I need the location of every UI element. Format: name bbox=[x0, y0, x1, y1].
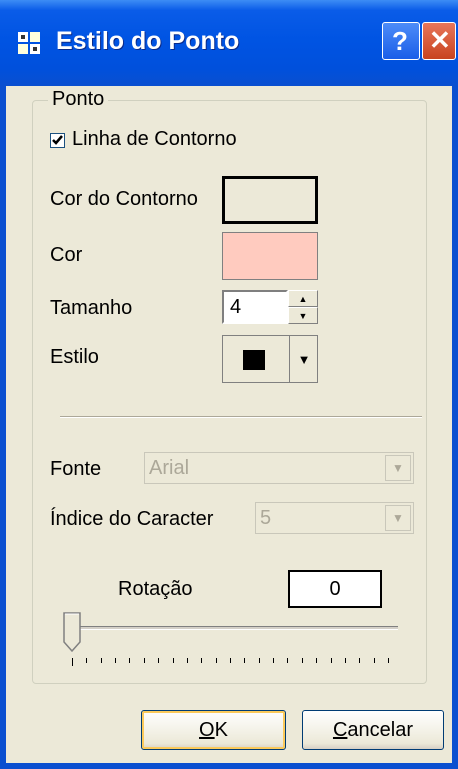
slider-tick bbox=[86, 658, 88, 663]
style-label: Estilo bbox=[50, 346, 99, 368]
rotation-label: Rotação bbox=[118, 578, 193, 600]
slider-tick bbox=[373, 658, 375, 663]
rotation-slider-track[interactable] bbox=[72, 626, 398, 630]
window-title: Estilo do Ponto bbox=[56, 27, 240, 55]
char-index-select[interactable]: 5 ▼ bbox=[255, 502, 414, 534]
slider-tick bbox=[72, 658, 73, 666]
ok-button-label: K bbox=[214, 719, 228, 741]
slider-tick bbox=[158, 658, 160, 663]
size-spinner[interactable]: ▲ ▼ bbox=[288, 290, 318, 324]
close-button[interactable]: ✕ bbox=[422, 22, 456, 60]
window-frame-bottom bbox=[0, 763, 458, 769]
square-marker-icon bbox=[243, 350, 265, 370]
style-dropdown-button[interactable]: ▼ bbox=[222, 335, 318, 383]
slider-tick bbox=[258, 658, 260, 663]
slider-tick bbox=[330, 658, 332, 663]
size-label: Tamanho bbox=[50, 297, 133, 319]
chevron-down-icon[interactable]: ▼ bbox=[289, 336, 318, 382]
outline-color-swatch[interactable] bbox=[222, 176, 318, 224]
slider-tick bbox=[244, 658, 246, 663]
cancel-button-mnemonic: C bbox=[332, 719, 348, 741]
cancel-button[interactable]: Cancelar bbox=[302, 710, 444, 750]
slider-tick bbox=[316, 658, 318, 663]
slider-tick bbox=[344, 658, 346, 663]
outline-color-label: Cor do Contorno bbox=[50, 188, 198, 210]
slider-tick bbox=[115, 658, 117, 663]
slider-tick bbox=[100, 658, 102, 663]
slider-tick bbox=[129, 658, 131, 663]
close-icon: ✕ bbox=[429, 25, 451, 55]
slider-tick bbox=[287, 658, 289, 663]
slider-tick bbox=[186, 658, 188, 663]
chevron-down-icon[interactable]: ▼ bbox=[385, 455, 411, 481]
spin-down-icon[interactable]: ▼ bbox=[288, 307, 318, 324]
help-button[interactable]: ? bbox=[382, 22, 420, 60]
outline-checkbox[interactable] bbox=[50, 133, 65, 148]
slider-tick bbox=[172, 658, 174, 663]
font-label: Fonte bbox=[50, 458, 102, 480]
chevron-down-icon[interactable]: ▼ bbox=[385, 505, 411, 531]
groupbox-title: Ponto bbox=[48, 88, 109, 111]
help-icon: ? bbox=[392, 26, 408, 56]
rotation-slider-thumb[interactable] bbox=[63, 612, 81, 652]
fill-color-swatch[interactable] bbox=[222, 232, 318, 280]
checkmark-icon bbox=[52, 135, 63, 145]
slider-tick bbox=[143, 658, 145, 663]
font-select[interactable]: Arial ▼ bbox=[144, 452, 414, 484]
window-frame-left bbox=[0, 86, 6, 769]
slider-tick bbox=[201, 658, 203, 663]
spin-up-icon[interactable]: ▲ bbox=[288, 290, 318, 307]
size-input[interactable]: 4 bbox=[222, 290, 288, 324]
app-icon bbox=[18, 32, 40, 54]
ok-button[interactable]: OK bbox=[141, 710, 286, 750]
outline-checkbox-label[interactable]: Linha de Contorno bbox=[72, 128, 237, 151]
slider-tick bbox=[273, 658, 275, 663]
separator bbox=[60, 416, 422, 418]
font-select-value: Arial bbox=[149, 457, 190, 479]
char-index-label: Índice do Caracter bbox=[50, 508, 214, 530]
slider-tick bbox=[230, 658, 231, 663]
char-index-select-value: 5 bbox=[260, 507, 272, 529]
slider-tick bbox=[388, 658, 389, 663]
ok-button-mnemonic: O bbox=[199, 719, 215, 741]
rotation-input[interactable]: 0 bbox=[288, 570, 382, 608]
window-frame-right bbox=[452, 86, 458, 769]
fill-color-label: Cor bbox=[50, 244, 83, 266]
slider-tick bbox=[301, 658, 303, 663]
slider-tick bbox=[359, 658, 361, 663]
title-bar[interactable]: Estilo do Ponto ? ✕ bbox=[0, 0, 458, 86]
slider-tick bbox=[215, 658, 217, 663]
cancel-button-label: ancelar bbox=[347, 719, 414, 741]
